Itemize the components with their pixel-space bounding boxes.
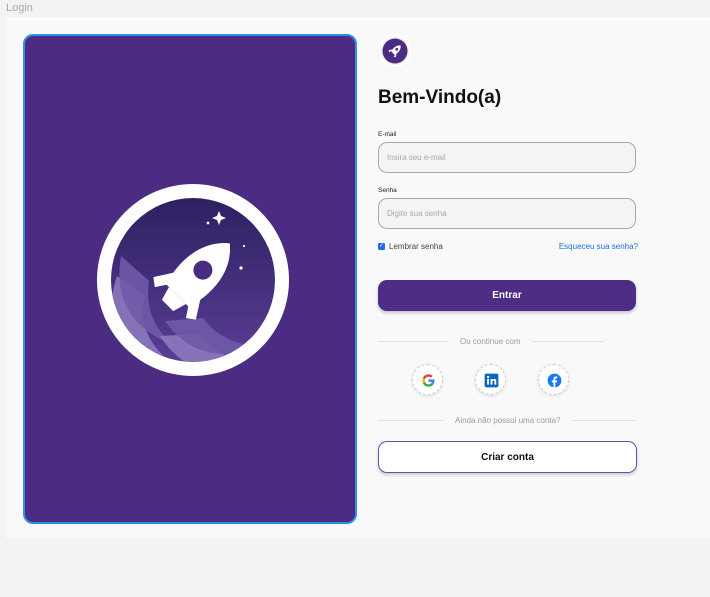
login-form: Bem-Vindo(a) E-mail Senha ✓ Lembrar senh… bbox=[378, 17, 638, 538]
google-login-button[interactable] bbox=[412, 364, 443, 395]
login-frame: Bem-Vindo(a) E-mail Senha ✓ Lembrar senh… bbox=[6, 17, 710, 538]
frame-title: Login bbox=[6, 2, 33, 14]
forgot-password-link[interactable]: Esqueceu sua senha? bbox=[559, 242, 638, 251]
divider-line bbox=[378, 341, 449, 342]
password-field[interactable] bbox=[378, 198, 636, 229]
hero-panel bbox=[23, 34, 357, 524]
rocket-icon bbox=[97, 184, 289, 376]
remember-checkbox[interactable]: ✓ bbox=[378, 243, 385, 250]
login-button[interactable]: Entrar bbox=[378, 280, 636, 311]
facebook-login-button[interactable] bbox=[538, 364, 569, 395]
facebook-icon bbox=[547, 373, 562, 388]
divider-line bbox=[531, 341, 604, 342]
divider-line bbox=[571, 420, 637, 421]
remember-password[interactable]: ✓ Lembrar senha bbox=[378, 242, 443, 251]
linkedin-icon bbox=[484, 373, 499, 388]
rocket-logo-icon bbox=[379, 35, 411, 72]
create-account-button[interactable]: Criar conta bbox=[378, 441, 637, 473]
linkedin-login-button[interactable] bbox=[475, 364, 506, 395]
email-field[interactable] bbox=[378, 142, 636, 173]
email-label: E-mail bbox=[378, 131, 397, 138]
google-icon bbox=[422, 374, 435, 387]
signup-prompt-text: Ainda não possui uma conta? bbox=[455, 416, 561, 425]
page-title: Bem-Vindo(a) bbox=[378, 87, 502, 108]
remember-label: Lembrar senha bbox=[389, 242, 443, 251]
password-label: Senha bbox=[378, 187, 397, 194]
divider-line bbox=[378, 420, 444, 421]
social-divider-text: Ou continue com bbox=[460, 337, 521, 346]
